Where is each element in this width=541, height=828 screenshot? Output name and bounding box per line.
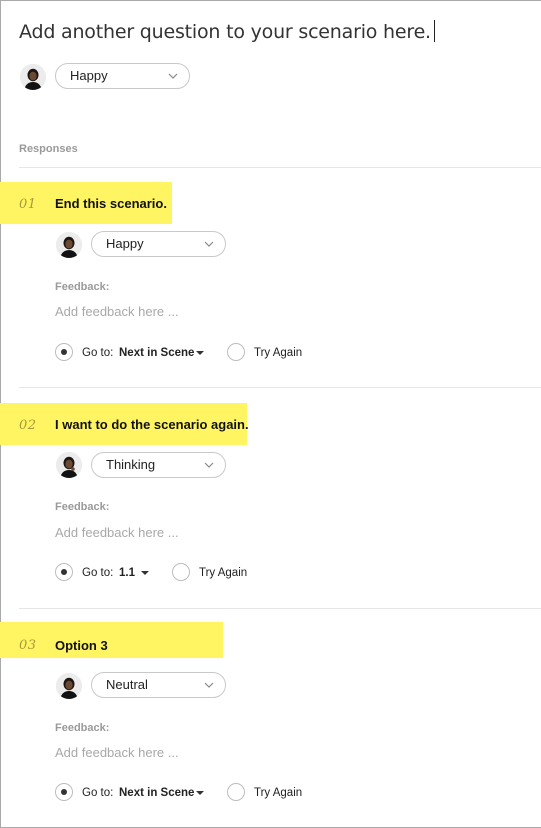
character-icon <box>20 64 46 90</box>
goto-label: Go to: <box>82 787 114 799</box>
emotion-dropdown[interactable]: Neutral <box>91 672 226 698</box>
goto-radio[interactable] <box>55 343 73 361</box>
character-icon <box>56 673 82 699</box>
divider <box>19 608 541 609</box>
feedback-input[interactable]: Add feedback here ... <box>55 745 179 760</box>
response-number: 03 <box>19 638 37 653</box>
goto-dropdown[interactable]: Next in Scene <box>119 787 194 799</box>
try-again-radio[interactable] <box>227 783 245 801</box>
emotion-dropdown[interactable]: Happy <box>55 63 190 89</box>
response-number: 01 <box>19 197 37 212</box>
caret-down-icon[interactable] <box>141 571 149 575</box>
response-text[interactable]: End this scenario. <box>55 196 167 211</box>
question-input[interactable]: Add another question to your scenario he… <box>19 20 435 43</box>
character-avatar[interactable] <box>56 232 82 258</box>
feedback-input[interactable]: Add feedback here ... <box>55 525 179 540</box>
emotion-dropdown[interactable]: Happy <box>91 231 226 257</box>
goto-dropdown[interactable]: Next in Scene <box>119 347 194 359</box>
question-text: Add another question to your scenario he… <box>19 21 431 43</box>
try-again-label: Try Again <box>254 787 303 799</box>
responses-heading: Responses <box>19 143 78 155</box>
emotion-value: Neutral <box>106 677 148 692</box>
character-avatar[interactable] <box>56 452 82 478</box>
character-avatar[interactable] <box>20 64 46 90</box>
character-avatar[interactable] <box>56 673 82 699</box>
goto-label: Go to: <box>82 347 114 359</box>
caret-down-icon[interactable] <box>196 791 204 795</box>
divider <box>19 167 541 168</box>
response-text[interactable]: Option 3 <box>55 638 108 653</box>
chevron-down-icon <box>168 73 178 79</box>
character-icon <box>56 232 82 258</box>
goto-radio[interactable] <box>55 783 73 801</box>
goto-dropdown[interactable]: 1.1 <box>119 567 135 579</box>
feedback-label: Feedback: <box>55 501 110 513</box>
chevron-down-icon <box>204 462 214 468</box>
try-again-label: Try Again <box>254 347 303 359</box>
feedback-label: Feedback: <box>55 722 110 734</box>
emotion-value: Thinking <box>106 457 156 472</box>
try-again-radio[interactable] <box>172 563 190 581</box>
divider <box>19 387 541 388</box>
try-again-radio[interactable] <box>227 343 245 361</box>
emotion-value: Happy <box>106 236 144 251</box>
goto-label: Go to: <box>82 567 114 579</box>
chevron-down-icon <box>204 241 214 247</box>
text-cursor <box>433 20 435 42</box>
emotion-dropdown[interactable]: Thinking <box>91 452 226 478</box>
caret-down-icon[interactable] <box>196 351 204 355</box>
response-number: 02 <box>19 418 37 433</box>
try-again-label: Try Again <box>199 567 248 579</box>
chevron-down-icon <box>204 682 214 688</box>
emotion-value: Happy <box>70 68 108 83</box>
feedback-input[interactable]: Add feedback here ... <box>55 304 179 319</box>
goto-radio[interactable] <box>55 563 73 581</box>
character-icon <box>56 452 82 478</box>
response-text[interactable]: I want to do the scenario again. <box>55 417 249 432</box>
feedback-label: Feedback: <box>55 281 110 293</box>
